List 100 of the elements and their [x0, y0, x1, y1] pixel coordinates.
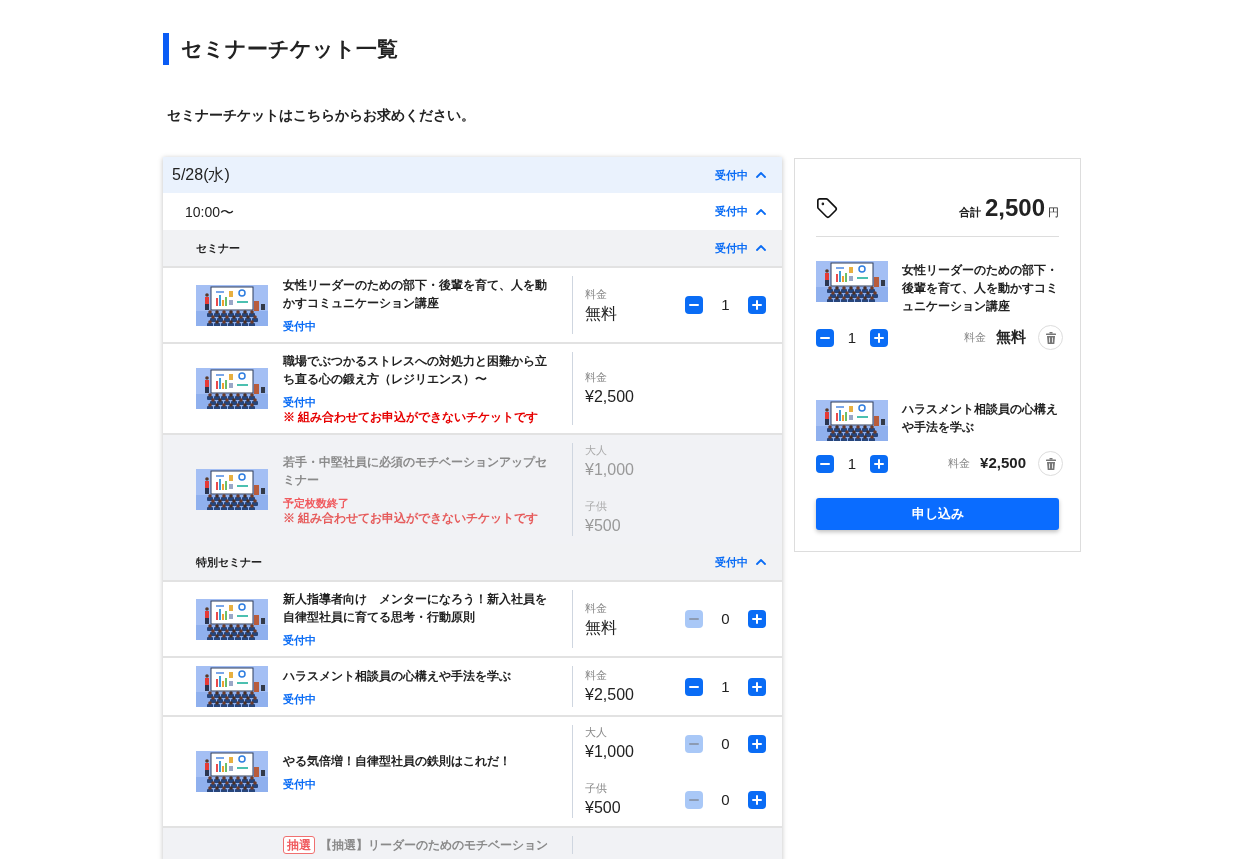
delete-button[interactable] — [1038, 451, 1063, 476]
price-amount: 無料 — [996, 327, 1026, 348]
status-toggle[interactable]: 受付中 — [715, 206, 766, 217]
price-amount: ¥1,000 — [585, 742, 634, 762]
heading-accent-bar — [163, 33, 169, 65]
plus-icon — [752, 681, 762, 692]
ticket-status: 予定枚数終了 — [283, 496, 350, 511]
time-label: 10:00〜 — [185, 202, 235, 221]
plus-button[interactable] — [748, 610, 766, 628]
ticket-note: ※ 組み合わせてお申込ができないチケットです — [283, 410, 540, 425]
ticket-status: 受付中 — [283, 776, 317, 792]
intro-text: セミナーチケットはこちらからお求めください。 — [167, 106, 476, 125]
category-label: 特別セミナー — [196, 555, 262, 569]
price-amount: ¥2,500 — [585, 387, 634, 407]
minus-icon — [689, 798, 699, 801]
price-amount: ¥2,500 — [585, 685, 634, 705]
price-label: 料金 — [964, 330, 986, 346]
cart-item-title: ハラスメント相談員の心構えや手法を学ぶ — [902, 401, 1059, 436]
ticket-status: 受付中 — [283, 691, 317, 707]
ticket-status: 受付中 — [283, 395, 317, 410]
price-label: 子供 — [585, 781, 608, 795]
plus-icon — [752, 300, 762, 310]
minus-button[interactable] — [685, 677, 703, 696]
price-label: 料金 — [585, 370, 608, 384]
ticket-status: 受付中 — [283, 319, 317, 334]
seminar-drawing — [196, 469, 268, 510]
total-amount: 2,500 — [984, 193, 1045, 223]
chevron-up-icon — [756, 245, 766, 251]
minus-icon — [689, 742, 699, 745]
plus-button[interactable] — [870, 328, 888, 347]
ticket-note: ※ 組み合わせてお申込ができないチケットです — [283, 511, 540, 526]
cart-item-title: 女性リーダーのための部下・後輩を育て、人を動かすコミュニケーション講座 — [902, 262, 1059, 315]
plus-icon — [874, 458, 884, 469]
seminar-drawing — [196, 751, 268, 792]
category-label: セミナー — [196, 241, 240, 255]
chevron-up-icon — [756, 208, 766, 215]
minus-button[interactable] — [685, 296, 703, 314]
price-label: 大人 — [585, 443, 608, 457]
ticket-title: 若手・中堅社員に必須のモチベーションアップセミナー — [283, 454, 548, 489]
plus-icon — [752, 794, 762, 805]
chevron-up-icon — [756, 559, 766, 565]
plus-button[interactable] — [748, 734, 766, 753]
price-amount: 無料 — [585, 617, 617, 638]
price-amount: ¥2,500 — [980, 453, 1026, 474]
minus-button[interactable] — [816, 328, 834, 347]
price-label: 料金 — [585, 600, 608, 615]
delete-button[interactable] — [1038, 325, 1063, 350]
trash-icon — [1045, 331, 1056, 344]
seminar-drawing — [196, 368, 268, 409]
plus-button[interactable] — [748, 790, 766, 809]
minus-icon — [689, 618, 699, 620]
minus-icon — [689, 304, 699, 306]
plus-button[interactable] — [748, 296, 766, 314]
seminar-drawing — [816, 400, 888, 441]
price-amount: ¥500 — [585, 798, 621, 818]
quantity-value: 1 — [720, 677, 731, 696]
quantity-value: 1 — [720, 296, 731, 314]
ticket-title: 新人指導者向け メンターになろう！新入社員を自律型社員に育てる思考・行動原則 — [283, 591, 548, 626]
seminar-drawing — [196, 666, 268, 707]
minus-icon — [820, 336, 830, 339]
ticket-title: やる気倍増！自律型社員の鉄則はこれだ！ — [283, 752, 511, 770]
date-label: 5/28(水) — [172, 165, 230, 185]
price-label: 料金 — [585, 668, 608, 682]
lottery-badge: 抽選 — [283, 836, 315, 854]
quantity-value: 0 — [720, 610, 731, 628]
plus-button[interactable] — [870, 454, 888, 473]
trash-icon — [1045, 457, 1056, 470]
ticket-title: 職場でぶつかるストレスへの対処力と困難から立ち直る心の鍛え方（レジリエンス）〜 — [283, 353, 548, 388]
seminar-drawing — [816, 261, 888, 302]
plus-button[interactable] — [748, 677, 766, 696]
minus-icon — [689, 685, 699, 688]
total-label: 合計 — [958, 205, 981, 220]
plus-icon — [874, 332, 884, 343]
apply-button[interactable]: 申し込み — [816, 498, 1059, 530]
price-label: 子供 — [585, 499, 608, 513]
price-amount: ¥500 — [585, 516, 621, 536]
seminar-drawing — [196, 284, 268, 326]
quantity-value: 1 — [846, 454, 858, 473]
plus-icon — [752, 738, 762, 749]
minus-button[interactable] — [816, 454, 834, 473]
price-label: 料金 — [585, 286, 608, 301]
price-amount: ¥1,000 — [585, 460, 634, 480]
quantity-value: 1 — [846, 328, 858, 347]
price-label: 料金 — [948, 456, 971, 472]
quantity-value: 0 — [720, 790, 731, 809]
minus-icon — [820, 462, 830, 465]
tag-icon — [816, 197, 838, 219]
status-toggle[interactable]: 受付中 — [715, 242, 766, 254]
ticket-status: 受付中 — [283, 633, 317, 648]
chevron-up-icon — [756, 172, 766, 178]
price-label: 大人 — [585, 725, 608, 739]
status-toggle[interactable]: 受付中 — [715, 169, 766, 181]
price-amount: 無料 — [585, 303, 617, 324]
ticket-title: 【抽選】リーダーのためのモチベーション — [320, 837, 548, 854]
status-toggle[interactable]: 受付中 — [715, 556, 766, 568]
page-title: セミナーチケット一覧 — [181, 36, 398, 62]
plus-icon — [752, 614, 762, 624]
ticket-title: 女性リーダーのための部下・後輩を育て、人を動かすコミュニケーション講座 — [283, 277, 548, 312]
currency-unit: 円 — [1048, 205, 1059, 220]
seminar-drawing — [196, 598, 268, 640]
